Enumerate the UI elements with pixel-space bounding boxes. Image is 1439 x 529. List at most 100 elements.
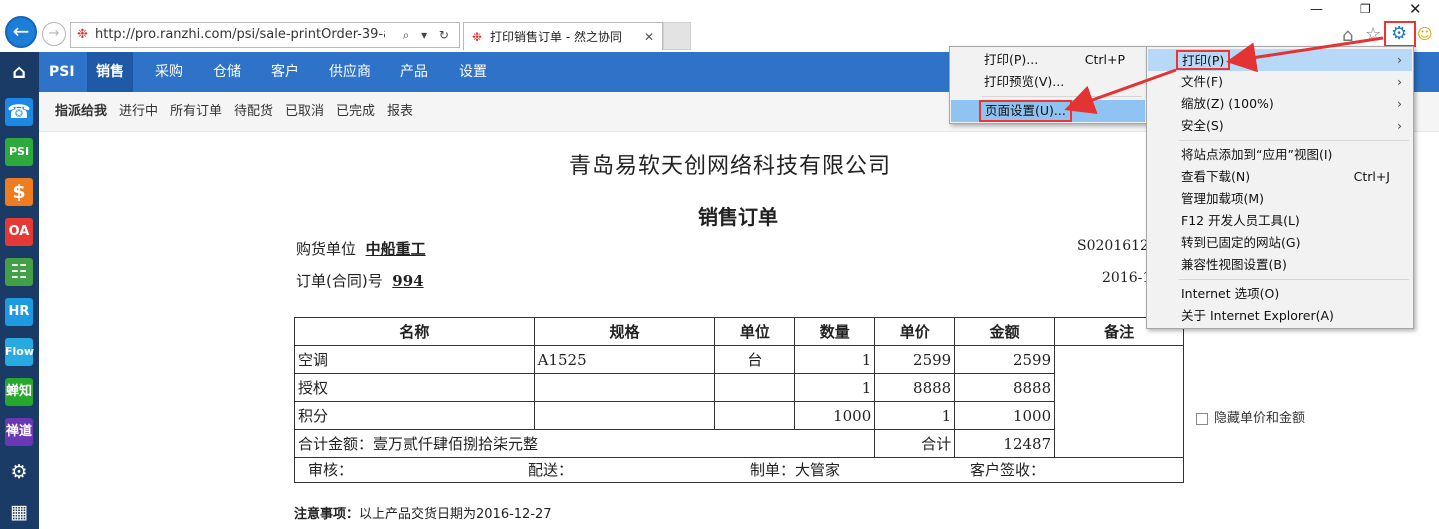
- menu-item-security[interactable]: 安全(S) ›: [1148, 115, 1412, 137]
- window-close-icon[interactable]: ✕: [1409, 0, 1422, 18]
- nav-item-customer[interactable]: 客户: [271, 52, 299, 92]
- menu-item-devtools[interactable]: F12 开发人员工具(L): [1148, 210, 1412, 232]
- app-sidebar: ⌂ ☎ PSI $ OA ☷ HR Flow 蝉知禅道 ⚙ ▦: [0, 52, 39, 529]
- menu-item-file[interactable]: 文件(F) ›: [1148, 71, 1412, 93]
- cell-price: 8888: [874, 373, 956, 402]
- checkbox-icon[interactable]: [1196, 412, 1208, 425]
- menu-item-page-setup[interactable]: 页面设置(U)...: [951, 100, 1145, 122]
- menu-item-zoom[interactable]: 缩放(Z) (100%) ›: [1148, 93, 1412, 115]
- cell-unit: [714, 401, 796, 430]
- address-tools[interactable]: ⌕ ▾ ↻: [403, 23, 453, 47]
- nav-item-sales[interactable]: 销售: [87, 52, 133, 92]
- window-minimize-icon[interactable]: —: [1310, 2, 1330, 17]
- flow-icon[interactable]: Flow: [5, 338, 34, 366]
- psi-icon[interactable]: PSI: [5, 138, 33, 166]
- favorites-star-icon[interactable]: ☆: [1365, 24, 1381, 45]
- order-date: 2016-1: [1102, 270, 1152, 286]
- subnav-completed[interactable]: 已完成: [336, 92, 375, 132]
- contract-value: 994: [392, 272, 424, 290]
- column-header: 名称: [294, 317, 535, 346]
- nav-item-supplier[interactable]: 供应商: [329, 52, 371, 92]
- menu-separator: [1179, 279, 1409, 280]
- menu-item-compat-view[interactable]: 兼容性视图设置(B): [1148, 254, 1412, 276]
- subnav-report[interactable]: 报表: [387, 92, 413, 132]
- menu-item-label: 打印预览(V)...: [984, 74, 1065, 89]
- contract-field: 订单(合同)号 994: [296, 270, 424, 291]
- cell-qty: 1000: [794, 401, 876, 430]
- buyer-label: 购货单位: [296, 240, 357, 258]
- menu-item-shortcut: Ctrl+P: [1084, 52, 1125, 67]
- submenu-arrow-icon: ›: [1397, 96, 1402, 111]
- address-url[interactable]: http://pro.ranzhi.com/psi/sale-printOrde…: [95, 23, 385, 47]
- back-button[interactable]: ←: [5, 16, 37, 48]
- cell-spec: A1525: [533, 345, 716, 374]
- menu-item-about-ie[interactable]: 关于 Internet Explorer(A): [1148, 305, 1412, 327]
- cell-price: 2599: [874, 345, 956, 374]
- browser-tab[interactable]: ❉ 打印销售订单 - 然之协同 ✕: [463, 22, 663, 50]
- menu-item-print[interactable]: 打印(P)... Ctrl+P: [951, 49, 1145, 71]
- subnav-all-orders[interactable]: 所有订单: [170, 92, 222, 132]
- subnav-in-progress[interactable]: 进行中: [119, 92, 158, 132]
- nav-item-purchase[interactable]: 采购: [155, 52, 183, 92]
- address-bar[interactable]: ❉ http://pro.ranzhi.com/psi/sale-printOr…: [70, 22, 460, 48]
- total-row: 合计金额：壹万贰仟肆佰捌拾柒元整 合计 12487: [293, 429, 1184, 458]
- menu-item-label: 兼容性视图设置(B): [1181, 257, 1287, 272]
- hide-price-checkbox[interactable]: 隐藏单价和金额: [1196, 407, 1305, 426]
- settings-icon[interactable]: ⚙: [5, 458, 33, 486]
- menu-item-print[interactable]: 打印(P) ›: [1148, 49, 1412, 71]
- subnav-cancelled[interactable]: 已取消: [285, 92, 324, 132]
- chanzhi-icon[interactable]: 蝉知: [5, 378, 33, 406]
- menu-item-label: 管理加载项(M): [1181, 191, 1265, 206]
- nav-brand[interactable]: PSI: [49, 52, 75, 92]
- menu-separator: [1179, 140, 1409, 141]
- new-tab-button[interactable]: [663, 22, 691, 50]
- signature-row: 审核： 配送： 制单：大管家 客户签收：: [294, 455, 1184, 483]
- menu-item-label: 将站点添加到“应用”视图(I): [1181, 147, 1333, 162]
- column-header: 单位: [714, 317, 796, 346]
- home-icon[interactable]: ⌂: [1342, 25, 1353, 46]
- column-header: 金额: [954, 317, 1056, 346]
- menu-item-addons[interactable]: 管理加载项(M): [1148, 188, 1412, 210]
- tab-close-icon[interactable]: ✕: [644, 23, 654, 51]
- subnav-pending[interactable]: 待配货: [234, 92, 273, 132]
- menu-item-internet-options[interactable]: Internet 选项(O): [1148, 283, 1412, 305]
- contract-label: 订单(合同)号: [296, 272, 383, 290]
- subnav-assigned[interactable]: 指派给我: [55, 92, 107, 132]
- window-restore-icon[interactable]: ❐: [1360, 2, 1371, 16]
- tab-favicon-icon: ❉: [472, 30, 483, 44]
- tools-button[interactable]: ⚙: [1384, 21, 1416, 47]
- nav-item-settings[interactable]: 设置: [459, 52, 487, 92]
- cell-unit: [714, 373, 796, 402]
- apps-icon[interactable]: ▦: [5, 498, 33, 526]
- sign-maker: 制单：大管家: [750, 461, 841, 479]
- oa-icon[interactable]: OA: [5, 218, 33, 246]
- buyer-field: 购货单位 中船重工: [296, 238, 426, 259]
- feedback-smiley-icon[interactable]: ☺: [1417, 25, 1433, 43]
- menu-item-print-preview[interactable]: 打印预览(V)...: [951, 71, 1145, 93]
- cell-qty: 1: [794, 345, 876, 374]
- menu-item-shortcut: Ctrl+J: [1353, 169, 1390, 184]
- column-header: 数量: [794, 317, 876, 346]
- total-label: 合计: [874, 429, 956, 458]
- table-row: 积分 1000 1 1000: [294, 401, 1184, 430]
- team-icon[interactable]: ☷: [5, 258, 33, 286]
- menu-item-pinned-sites[interactable]: 转到已固定的网站(G): [1148, 232, 1412, 254]
- sign-review: 审核：: [308, 461, 354, 479]
- chandao-icon[interactable]: 禅道: [5, 418, 33, 446]
- cell-amount: 1000: [954, 401, 1056, 430]
- buyer-value: 中船重工: [365, 240, 426, 258]
- order-items-table: 名称 规格 单位 数量 单价 金额 备注 空调 A1525 台 1 2599 2…: [293, 317, 1184, 458]
- dollar-icon[interactable]: $: [5, 178, 33, 206]
- nav-item-storage[interactable]: 仓储: [213, 52, 241, 92]
- home-icon[interactable]: ⌂: [5, 58, 33, 86]
- forward-button[interactable]: →: [42, 22, 66, 46]
- phone-icon[interactable]: ☎: [5, 98, 33, 126]
- menu-item-add-site[interactable]: 将站点添加到“应用”视图(I): [1148, 144, 1412, 166]
- cell-unit: 台: [714, 345, 796, 374]
- cell-amount: 2599: [954, 345, 1056, 374]
- nav-item-product[interactable]: 产品: [400, 52, 428, 92]
- menu-item-label: 缩放(Z) (100%): [1181, 96, 1274, 111]
- hr-icon[interactable]: HR: [5, 298, 33, 326]
- gear-icon: ⚙: [1391, 23, 1408, 44]
- menu-item-downloads[interactable]: 查看下载(N) Ctrl+J: [1148, 166, 1412, 188]
